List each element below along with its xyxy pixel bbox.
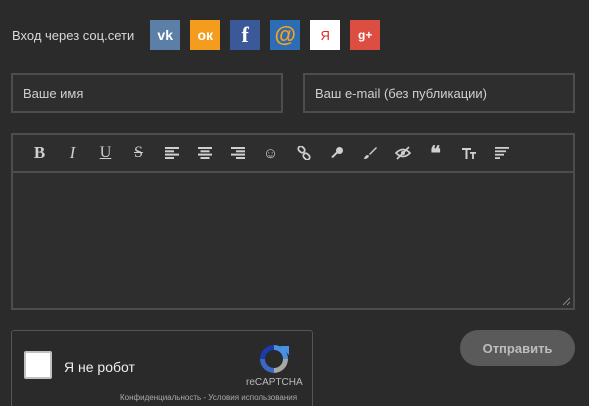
vk-icon[interactable]: vk xyxy=(150,20,181,50)
comment-textarea[interactable] xyxy=(13,173,573,308)
align-center-icon[interactable] xyxy=(188,141,221,165)
resize-handle-icon[interactable] xyxy=(562,297,571,306)
link-icon[interactable] xyxy=(287,141,320,165)
key-icon[interactable] xyxy=(320,141,353,165)
smile-icon[interactable]: ☺ xyxy=(254,141,287,165)
underline-button[interactable]: U xyxy=(89,141,122,165)
recaptcha-brand: reCAPTCHA xyxy=(246,377,303,388)
recaptcha-logo-icon xyxy=(260,345,289,373)
facebook-icon[interactable]: f xyxy=(230,20,261,50)
align-right-icon[interactable] xyxy=(221,141,254,165)
mailru-icon[interactable]: @ xyxy=(270,20,301,50)
recaptcha-privacy-links[interactable]: Конфиденциальность - Условия использован… xyxy=(120,393,297,402)
recaptcha-widget: Я не робот reCAPTCHA Конфиденциальность … xyxy=(11,330,313,406)
hidden-eye-icon[interactable] xyxy=(386,141,419,165)
social-login-label: Вход через соц.сети xyxy=(12,27,135,43)
align-left-icon[interactable] xyxy=(155,141,188,165)
recaptcha-label: Я не робот xyxy=(64,359,135,375)
italic-button[interactable]: I xyxy=(56,141,89,165)
recaptcha-checkbox[interactable] xyxy=(24,351,52,379)
email-input[interactable]: Ваш e-mail (без публикации) xyxy=(303,73,575,113)
quote-icon[interactable]: ❝ xyxy=(419,141,452,165)
editor-toolbar: B I U S ☺ ❝ xyxy=(13,135,573,173)
bold-button[interactable]: B xyxy=(23,141,56,165)
brush-icon[interactable] xyxy=(353,141,386,165)
strikethrough-button[interactable]: S xyxy=(122,141,155,165)
comment-editor: B I U S ☺ ❝ xyxy=(11,133,575,310)
social-login-row: Вход через соц.сети vk ок f @ Я g+ xyxy=(12,20,390,50)
yandex-icon[interactable]: Я xyxy=(310,20,341,50)
text-size-icon[interactable] xyxy=(452,141,485,165)
google-plus-icon[interactable]: g+ xyxy=(350,20,381,50)
odnoklassniki-icon[interactable]: ок xyxy=(190,20,221,50)
submit-button[interactable]: Отправить xyxy=(460,330,575,366)
paragraph-format-icon[interactable] xyxy=(485,141,518,165)
name-input[interactable]: Ваше имя xyxy=(11,73,283,113)
